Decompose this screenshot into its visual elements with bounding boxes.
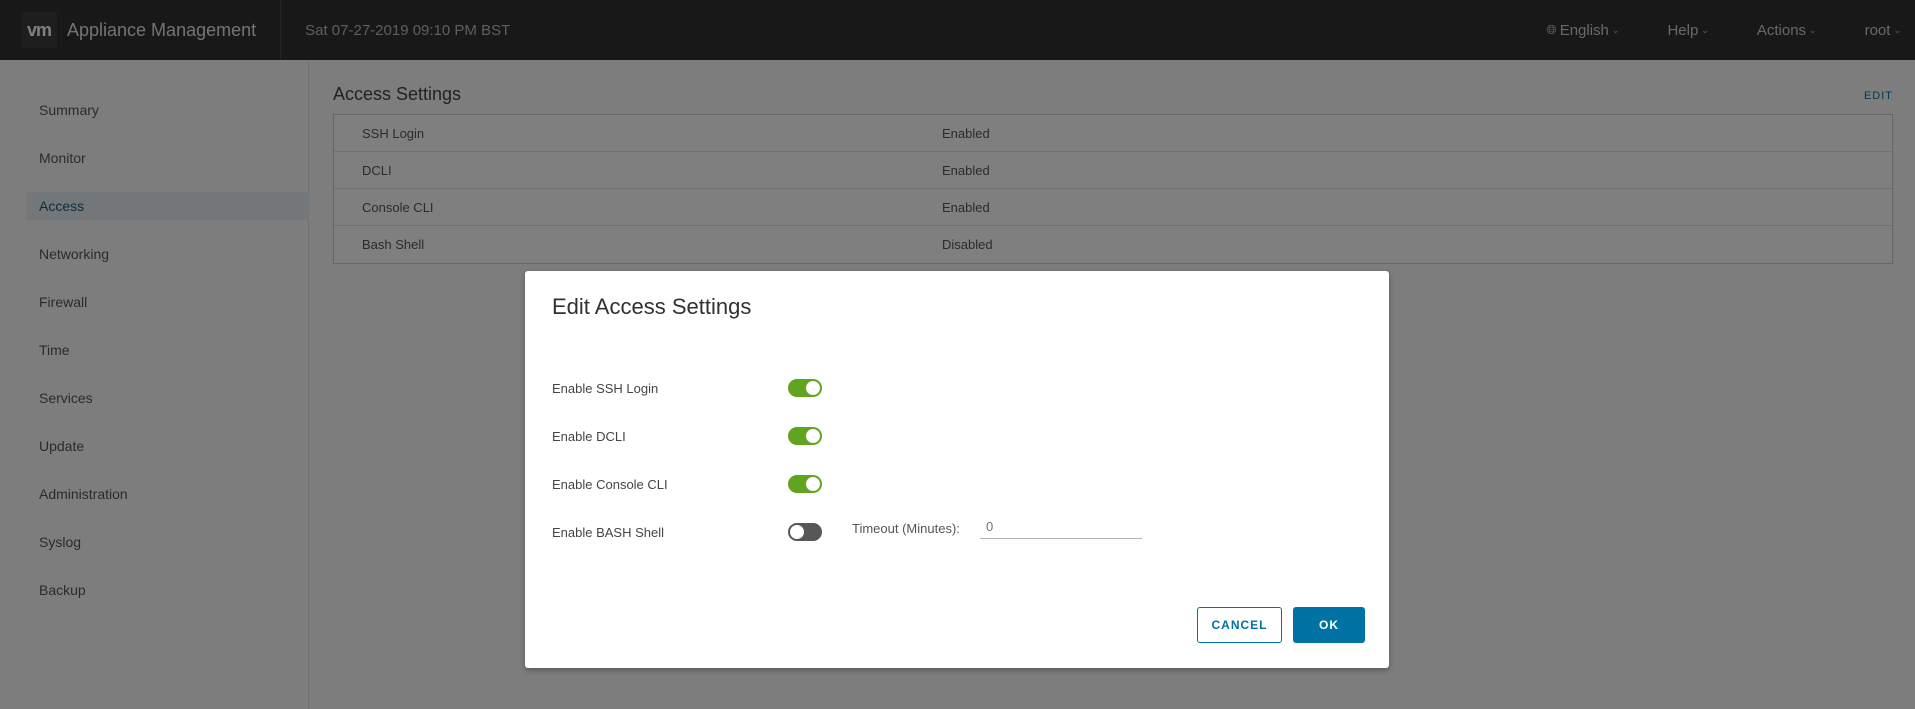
ok-button[interactable]: OK <box>1293 607 1365 643</box>
bash-shell-label: Enable BASH Shell <box>552 525 665 540</box>
dialog-title: Edit Access Settings <box>552 294 752 319</box>
toggle-knob <box>790 525 804 539</box>
ssh-login-label: Enable SSH Login <box>552 381 659 396</box>
cancel-button[interactable]: CANCEL <box>1197 607 1282 643</box>
console-cli-label: Enable Console CLI <box>552 477 668 492</box>
toggle-knob <box>806 429 820 443</box>
edit-access-settings-dialog: Edit Access Settings Enable SSH Login En… <box>525 271 1389 668</box>
timeout-label: Timeout (Minutes): <box>852 521 960 536</box>
bash-shell-toggle[interactable] <box>788 523 822 541</box>
toggle-knob <box>806 477 820 491</box>
console-cli-toggle[interactable] <box>788 475 822 493</box>
dcli-toggle[interactable] <box>788 427 822 445</box>
ssh-login-toggle[interactable] <box>788 379 822 397</box>
timeout-input[interactable] <box>980 515 1142 539</box>
toggle-knob <box>806 381 820 395</box>
dcli-label: Enable DCLI <box>552 429 626 444</box>
